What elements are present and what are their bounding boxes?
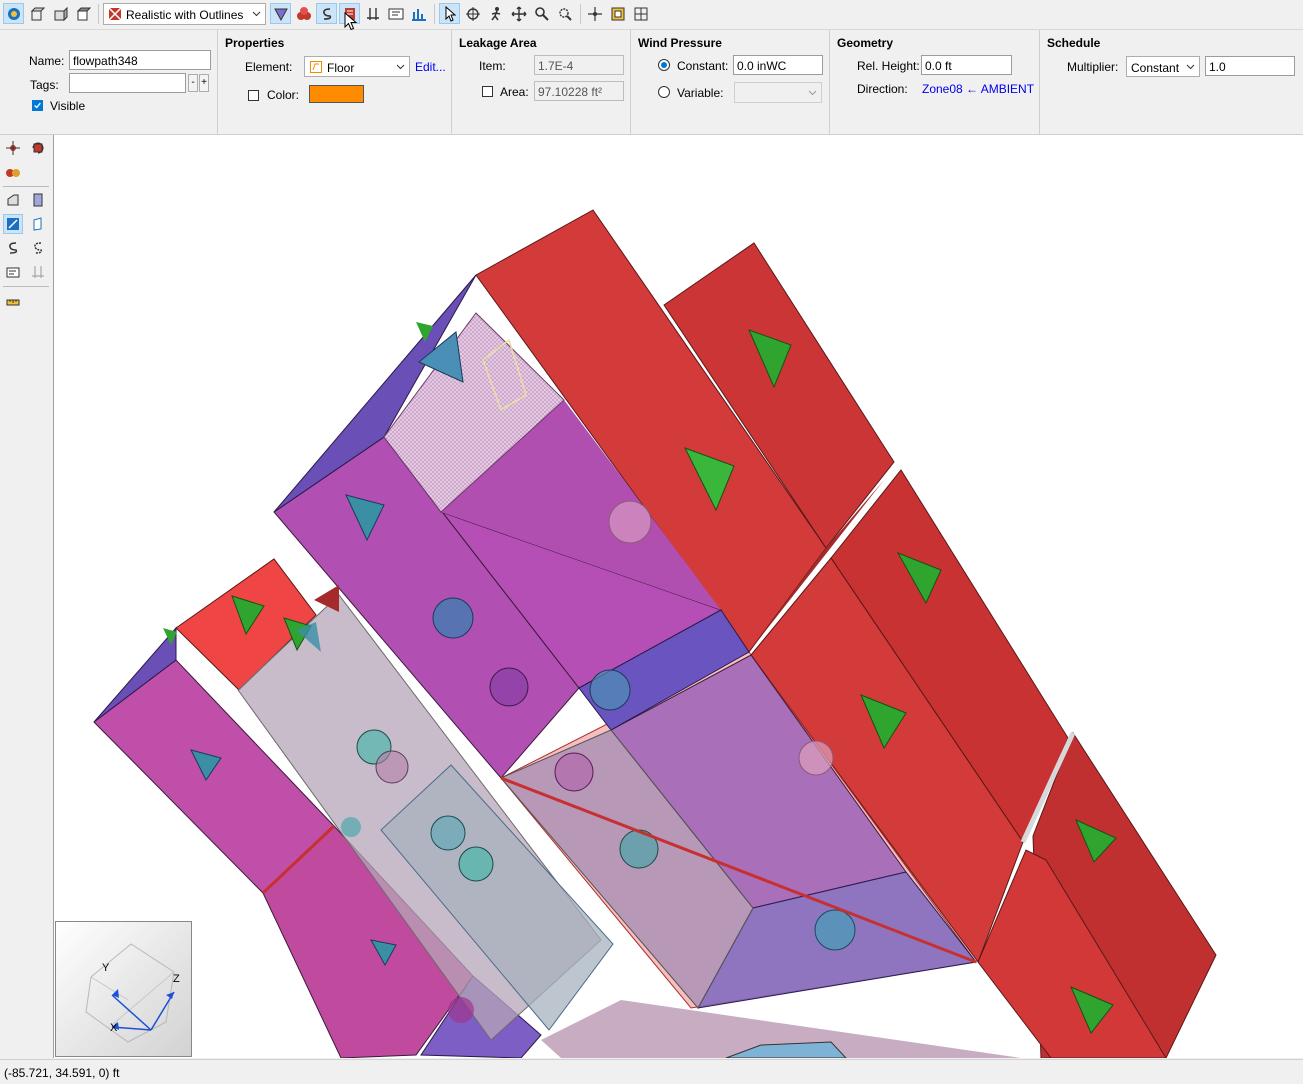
show-outlines-icon[interactable] — [270, 3, 291, 24]
zoom-window-icon[interactable] — [554, 3, 575, 24]
window-tool-icon[interactable] — [28, 214, 48, 234]
constant-field[interactable]: 0.0 inWC — [733, 55, 823, 75]
element-label: Element: — [245, 60, 293, 74]
axis-y-label: Y — [102, 962, 110, 974]
render-mode-select[interactable]: Realistic with Outlines — [103, 3, 266, 25]
rel-height-field[interactable]: 0.0 ft — [921, 55, 1012, 75]
chevron-down-icon — [396, 64, 405, 70]
direction-link[interactable]: Zone08 ← AMBIENT — [922, 82, 1034, 96]
door-tool-icon[interactable] — [28, 190, 48, 210]
color-label: Color: — [267, 88, 300, 102]
multiplier-label: Multiplier: — [1067, 60, 1119, 74]
edit-element-link[interactable]: Edit... — [415, 60, 446, 74]
show-results-icon[interactable] — [408, 3, 429, 24]
zoom-selection-icon[interactable] — [607, 3, 628, 24]
main-toolbar: Realistic with Outlines — [0, 0, 1303, 31]
item-field[interactable]: 1.7E-4 — [534, 55, 624, 75]
orbit-tool-icon[interactable] — [462, 3, 483, 24]
zoom-tool-icon[interactable] — [531, 3, 552, 24]
floor-element-icon — [310, 61, 322, 73]
area-label: Area: — [500, 85, 529, 99]
variable-radio[interactable] — [658, 86, 670, 98]
building-model[interactable] — [54, 135, 1303, 1058]
measure-tool-icon[interactable] — [3, 292, 23, 312]
show-flowpaths-icon[interactable] — [316, 3, 337, 24]
checkmark-icon — [34, 102, 41, 109]
schedule-section-title: Schedule — [1047, 36, 1101, 50]
property-bar: Name: flowpath348 Tags: - + Visible Prop… — [0, 30, 1303, 135]
show-labels-icon[interactable] — [385, 3, 406, 24]
center-view-icon[interactable] — [584, 3, 605, 24]
tags-add-button[interactable]: + — [199, 74, 209, 92]
constant-radio[interactable] — [658, 59, 670, 71]
axis-orientation-widget[interactable]: Y Z X — [55, 921, 192, 1057]
wind-pressure-section-title: Wind Pressure — [638, 36, 722, 50]
direction-label: Direction: — [857, 82, 908, 96]
chevron-down-icon — [1186, 64, 1195, 70]
multiplier-field[interactable]: 1.0 — [1205, 56, 1295, 76]
element-select-value: Floor — [327, 61, 355, 75]
flowpath-tool-icon[interactable] — [3, 238, 23, 258]
view-cube-front-icon[interactable] — [26, 3, 47, 24]
tags-label: Tags: — [30, 78, 59, 92]
view-cube-top-icon[interactable] — [72, 3, 93, 24]
geometry-section-title: Geometry — [837, 36, 894, 50]
view-home-icon[interactable] — [3, 3, 24, 24]
area-checkbox[interactable] — [482, 86, 493, 97]
rotate-tool-icon[interactable] — [28, 138, 48, 158]
chevron-down-icon — [252, 11, 261, 17]
tags-remove-button[interactable]: - — [188, 74, 198, 92]
view-cube-side-icon[interactable] — [49, 3, 70, 24]
mouse-cursor-icon — [344, 12, 358, 31]
duct-tool-icon[interactable] — [28, 238, 48, 258]
pan-tool-icon[interactable] — [508, 3, 529, 24]
label-tool-icon[interactable] — [3, 262, 23, 282]
render-mode-icon — [108, 7, 122, 21]
element-select[interactable]: Floor — [304, 56, 410, 77]
area-field[interactable]: 97.10228 ft² — [534, 81, 624, 101]
show-zones-icon[interactable] — [293, 3, 314, 24]
constant-label: Constant: — [677, 59, 729, 73]
vertical-flow-tool-icon[interactable] — [28, 262, 48, 282]
properties-section-title: Properties — [225, 36, 285, 50]
color-swatch[interactable] — [309, 85, 364, 103]
leakage-area-section-title: Leakage Area — [459, 36, 537, 50]
wall-tool-icon[interactable] — [3, 190, 23, 210]
tags-field[interactable] — [69, 73, 186, 93]
side-toolbar — [0, 135, 53, 1058]
multiplier-type-value: Constant — [1131, 61, 1180, 75]
3d-viewport[interactable]: Y Z X — [53, 135, 1303, 1058]
zoom-extents-icon[interactable] — [630, 3, 651, 24]
axis-x-label: X — [110, 1022, 118, 1034]
render-mode-label: Realistic with Outlines — [126, 8, 244, 22]
axis-z-label: Z — [173, 973, 180, 985]
show-vertical-flow-icon[interactable] — [362, 3, 383, 24]
rel-height-label: Rel. Height: — [857, 59, 920, 73]
walk-tool-icon[interactable] — [485, 3, 506, 24]
move-tool-icon[interactable] — [3, 138, 23, 158]
floor-tool-icon[interactable] — [3, 214, 23, 234]
cursor-coordinates: (-85.721, 34.591, 0) ft — [4, 1066, 120, 1080]
select-tool-icon[interactable] — [439, 3, 460, 24]
chevron-down-icon — [808, 90, 817, 96]
item-label: Item: — [479, 59, 506, 73]
variable-select[interactable] — [734, 82, 822, 103]
variable-label: Variable: — [677, 86, 724, 100]
color-checkbox[interactable] — [248, 90, 259, 101]
status-bar: (-85.721, 34.591, 0) ft — [0, 1059, 1303, 1084]
multiplier-type-select[interactable]: Constant — [1126, 56, 1200, 77]
name-field[interactable]: flowpath348 — [69, 50, 211, 70]
axis-triad-icon — [85, 943, 175, 1043]
zones-tool-icon[interactable] — [3, 162, 23, 182]
visible-checkbox[interactable] — [32, 100, 43, 111]
name-label: Name: — [29, 54, 65, 68]
visible-label: Visible — [50, 99, 86, 113]
